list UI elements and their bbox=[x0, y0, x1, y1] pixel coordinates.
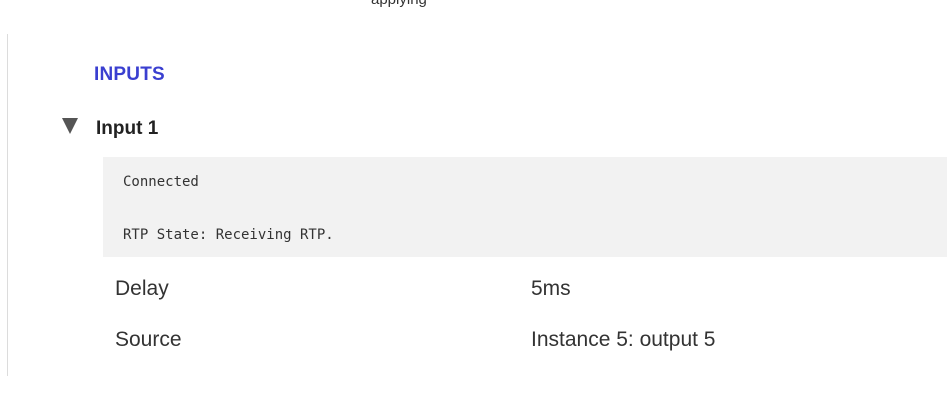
property-value: 5ms bbox=[531, 277, 571, 300]
input-title: Input 1 bbox=[96, 118, 159, 139]
property-key: Delay bbox=[115, 277, 169, 300]
property-value: Instance 5: output 5 bbox=[531, 328, 716, 351]
property-row-delay: Delay 5ms bbox=[115, 277, 915, 309]
page: applying INPUTS Input 1 Connected RTP St… bbox=[0, 0, 947, 406]
property-key: Source bbox=[115, 328, 182, 351]
triangle-down-icon[interactable] bbox=[62, 118, 78, 134]
section-title-inputs: INPUTS bbox=[94, 64, 165, 85]
property-row-source: Source Instance 5: output 5 bbox=[115, 328, 915, 360]
status-rtp-state: RTP State: Receiving RTP. bbox=[123, 227, 334, 243]
truncated-header-text: applying bbox=[371, 0, 427, 8]
input-1-toggle[interactable]: Input 1 bbox=[62, 114, 158, 144]
input-status-box: Connected RTP State: Receiving RTP. bbox=[103, 157, 947, 257]
left-divider bbox=[7, 34, 8, 376]
status-connected: Connected bbox=[123, 174, 199, 190]
